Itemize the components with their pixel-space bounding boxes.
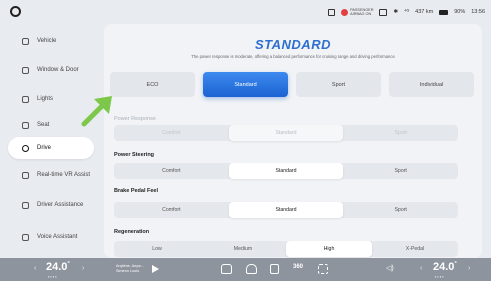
regeneration-option[interactable]: High — [286, 241, 372, 257]
sidebar-item-label: Real-time VR Assist — [37, 171, 91, 178]
sidebar-item-driver-assistance[interactable]: Driver Assistance — [8, 194, 94, 216]
microphone-icon — [22, 233, 29, 241]
temp-right[interactable]: 24.0° — [433, 261, 457, 273]
music-icon[interactable] — [270, 264, 279, 274]
media-artist: Simeon Loolo — [116, 268, 140, 273]
play-icon[interactable] — [152, 265, 159, 273]
preset-individual-button[interactable]: Individual — [389, 72, 474, 97]
power-response-option: Sport — [394, 130, 407, 136]
temp-right-level: ▪▪▪▪ — [435, 274, 445, 279]
window-icon — [22, 66, 29, 74]
sidebar-item-window-door[interactable]: Window & Door — [8, 59, 94, 81]
temp-left-level: ▪▪▪▪ — [48, 274, 58, 279]
brand-logo — [10, 6, 21, 17]
power-response-option: Comfort — [162, 130, 181, 136]
power-response-control: Comfort Standard Sport — [114, 125, 458, 141]
alert-icon — [328, 8, 336, 16]
drive-settings-panel: STANDARD The power response is moderate,… — [104, 24, 482, 258]
mode-description: The power response is moderate, offering… — [191, 54, 395, 59]
airbag-icon — [341, 8, 349, 16]
sidebar-item-label: Seat — [37, 121, 50, 128]
battery-text: 90% — [454, 9, 466, 15]
temp-right-decrease-icon[interactable]: ‹ — [420, 265, 422, 272]
bottom-dock: ‹ 24.0° ▪▪▪▪ › Anytime, Anyw... Simeon L… — [0, 258, 491, 281]
status-bar: PASSENGER AIRBAG ON ✱ ⁴ᴳ 437 km 90% 13:5… — [0, 0, 491, 24]
temp-left-increase-icon[interactable]: › — [82, 265, 84, 272]
regeneration-option[interactable]: Medium — [200, 241, 286, 257]
car-icon — [22, 37, 29, 45]
regeneration-option[interactable]: X-Pedal — [372, 241, 458, 257]
brake-pedal-control: Comfort Standard Sport — [114, 202, 458, 218]
power-response-label: Power Response — [114, 116, 156, 122]
assist-icon — [22, 201, 29, 209]
home-icon[interactable] — [221, 264, 232, 274]
sidebar-item-vr-assist[interactable]: Real-time VR Assist — [8, 164, 94, 186]
brake-pedal-option[interactable]: Comfort — [114, 202, 229, 218]
sidebar-item-label: Drive — [37, 144, 52, 151]
volume-icon[interactable]: ◁) — [386, 264, 394, 272]
signal-indicator: ⁴ᴳ — [404, 9, 410, 15]
power-steering-option[interactable]: Sport — [343, 163, 458, 179]
sidebar-item-voice-assistant[interactable]: Voice Assistant — [8, 226, 94, 248]
media-info[interactable]: Anytime, Anyw... Simeon Loolo — [116, 264, 144, 273]
sidebar-item-label: Window & Door — [37, 66, 79, 73]
power-steering-option[interactable]: Comfort — [114, 163, 229, 179]
apps-grid-icon[interactable] — [318, 264, 328, 274]
airbag-indicator: PASSENGER AIRBAG ON — [341, 8, 373, 16]
brake-pedal-option[interactable]: Standard — [228, 202, 344, 218]
sidebar-item-label: Driver Assistance — [37, 201, 84, 208]
power-steering-option[interactable]: Standard — [228, 163, 344, 179]
display-icon — [379, 8, 388, 16]
bluetooth-icon: ✱ — [393, 9, 399, 15]
pointer-arrow-icon — [81, 96, 112, 127]
regeneration-label: Regeneration — [114, 229, 150, 235]
sidebar-item-vehicle[interactable]: Vehicle — [8, 30, 94, 52]
power-steering-label: Power Steering — [114, 152, 155, 158]
temp-right-increase-icon[interactable]: › — [468, 265, 470, 272]
battery-icon — [439, 9, 449, 15]
camera-icon — [22, 171, 29, 179]
car-icon[interactable] — [246, 264, 257, 274]
temp-right-value: 24.0 — [433, 261, 455, 273]
airbag-line2: AIRBAG ON — [350, 12, 372, 16]
status-indicators: PASSENGER AIRBAG ON ✱ ⁴ᴳ 437 km 90% 13:5… — [328, 0, 485, 24]
range-text: 437 km — [415, 9, 434, 15]
surround-view-360-button[interactable]: 360 — [293, 264, 303, 270]
brake-pedal-label: Brake Pedal Feel — [114, 188, 159, 194]
brake-pedal-option[interactable]: Sport — [343, 202, 458, 218]
steering-wheel-icon — [22, 144, 29, 152]
temp-left-decrease-icon[interactable]: ‹ — [34, 265, 36, 272]
temp-left[interactable]: 24.0° — [46, 261, 70, 273]
temp-unit: ° — [67, 261, 70, 268]
temp-left-value: 24.0 — [46, 261, 68, 273]
seat-icon — [22, 121, 29, 129]
sidebar-item-label: Voice Assistant — [37, 233, 78, 240]
drive-mode-selector: ECO Standard Sport Individual — [110, 72, 474, 97]
settings-sidebar: Vehicle Window & Door Lights Seat Drive … — [0, 24, 100, 258]
temp-unit: ° — [454, 261, 457, 268]
preset-standard-button[interactable]: Standard — [203, 72, 288, 97]
clock: 13:56 — [471, 9, 485, 15]
headlight-icon — [22, 95, 29, 103]
mode-title: STANDARD — [255, 37, 331, 52]
sidebar-item-label: Vehicle — [37, 37, 57, 44]
power-steering-control: Comfort Standard Sport — [114, 163, 458, 179]
sidebar-item-drive[interactable]: Drive — [8, 137, 94, 159]
media-title: Anytime, Anyw... — [116, 264, 144, 268]
power-response-option: Standard — [228, 125, 344, 141]
preset-eco-button[interactable]: ECO — [110, 72, 195, 97]
regeneration-option[interactable]: Low — [114, 241, 200, 257]
regeneration-control: Low Medium High X-Pedal — [114, 241, 458, 257]
sidebar-item-label: Lights — [37, 95, 54, 102]
preset-sport-button[interactable]: Sport — [296, 72, 381, 97]
